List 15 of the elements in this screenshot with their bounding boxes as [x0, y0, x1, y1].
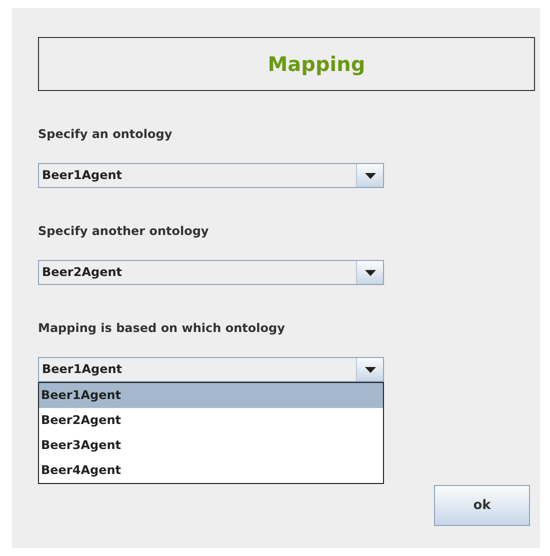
- dropdown[interactable]: Beer1Agent: [38, 357, 384, 382]
- dropdown-option[interactable]: Beer3Agent: [39, 433, 383, 458]
- field-label: Specify an ontology: [38, 127, 174, 142]
- dialog-title: Mapping: [266, 52, 366, 76]
- dropdown-option[interactable]: Beer2Agent: [39, 408, 383, 433]
- field-label: Mapping is based on which ontology: [38, 321, 286, 336]
- dropdown-option[interactable]: Beer1Agent: [39, 383, 383, 408]
- dropdown[interactable]: Beer2Agent: [38, 260, 384, 285]
- caret-icon: [364, 270, 376, 276]
- ok-button[interactable]: ok: [434, 485, 530, 526]
- field-label: Specify another ontology: [38, 224, 210, 239]
- dropdown[interactable]: Beer1Agent: [38, 163, 384, 188]
- dropdown-option[interactable]: Beer4Agent: [39, 458, 383, 483]
- caret-icon: [364, 366, 376, 372]
- caret-icon: [364, 172, 376, 178]
